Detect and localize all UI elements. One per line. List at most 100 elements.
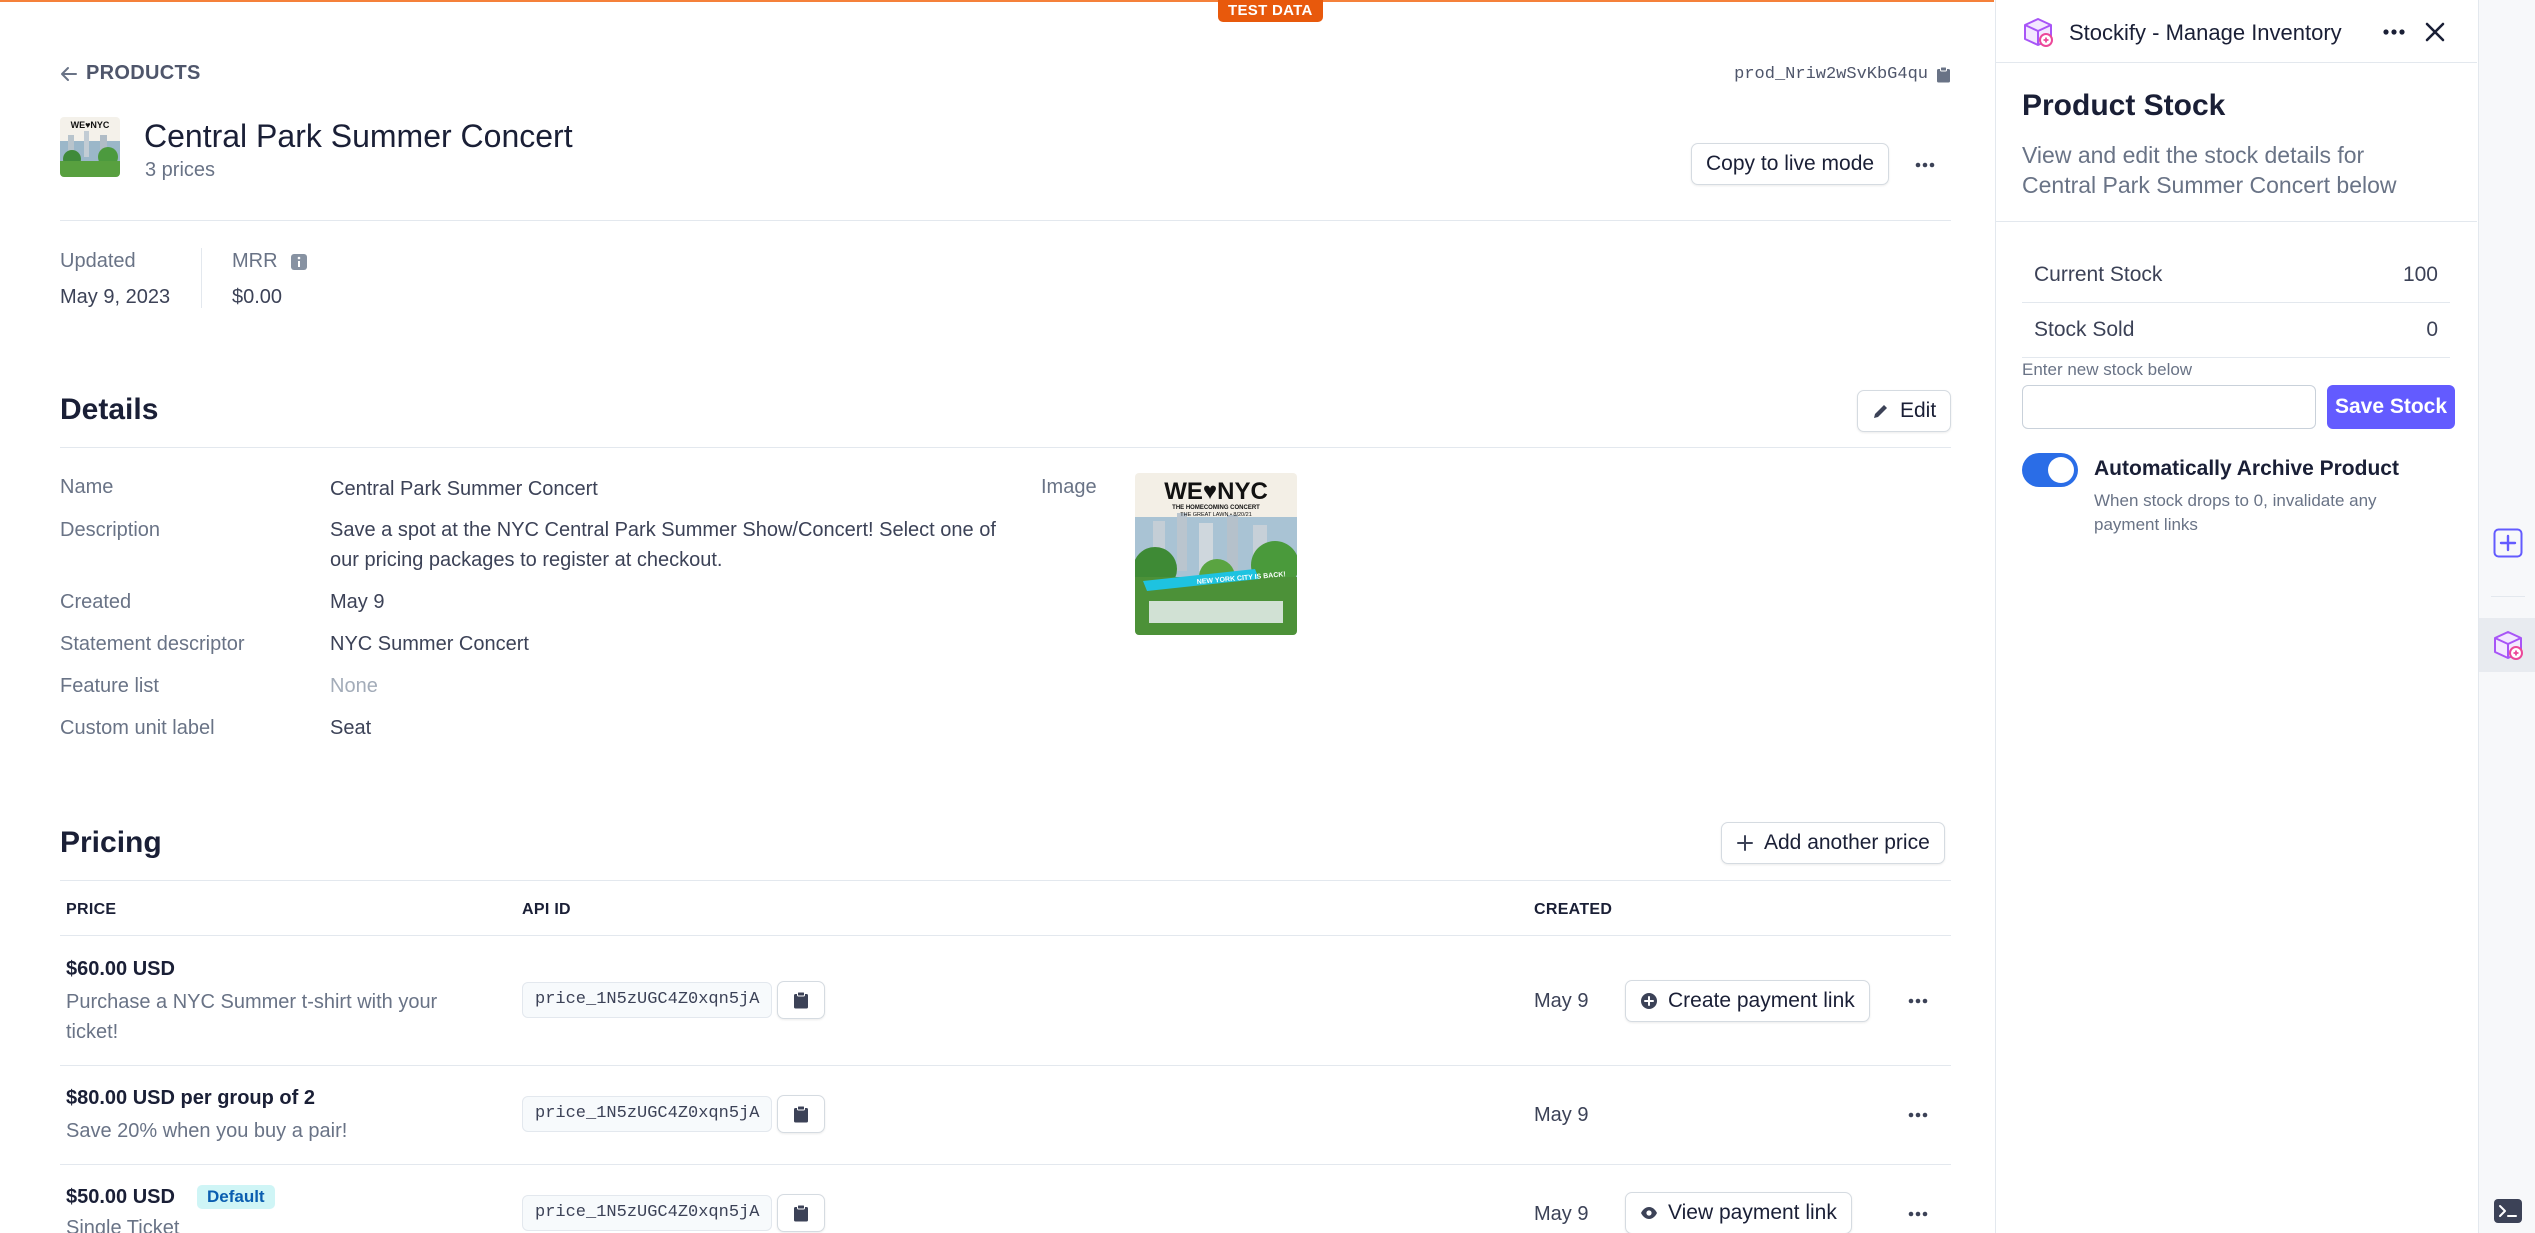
app-drawer-header: Stockify - Manage Inventory (1996, 0, 2477, 63)
view-payment-link-button[interactable]: View payment link (1625, 1192, 1852, 1233)
toggle-knob (2048, 457, 2074, 483)
price-row-2-more-button[interactable] (1905, 1105, 1931, 1125)
view-payment-link-label: View payment link (1668, 1201, 1837, 1224)
rail-app-stockify[interactable] (2479, 618, 2535, 672)
product-page: PRODUCTS prod_Nriw2wSvKbG4qu WE♥NYC Cent… (60, 0, 1952, 1233)
column-header-created: CREATED (1534, 901, 1613, 918)
plus-square-icon (2493, 528, 2523, 558)
poster-line-2: THE GREAT LAWN • 8/20/21 (1180, 512, 1252, 518)
price-row-1-created: May 9 (1534, 990, 1589, 1012)
price-row-2-api-id[interactable]: price_1N5zUGC4Z0xqn5jA (522, 1096, 773, 1132)
price-row-2-amount[interactable]: $80.00 USD per group of 2 (66, 1087, 315, 1110)
stock-sold-row: Stock Sold 0 (2022, 303, 2450, 358)
add-another-price-button[interactable]: Add another price (1721, 822, 1945, 864)
price-row-2-created: May 9 (1534, 1104, 1589, 1126)
details-divider (60, 447, 1951, 448)
mrr-label-group: MRR (232, 250, 308, 273)
pricing-divider (60, 880, 1951, 881)
detail-label-name: Name (60, 476, 114, 498)
plus-icon (1737, 835, 1753, 851)
row-divider (60, 1164, 1951, 1165)
create-payment-link-button[interactable]: Create payment link (1625, 980, 1870, 1022)
updated-value: May 9, 2023 (60, 286, 171, 308)
new-stock-input[interactable] (2022, 385, 2316, 429)
pencil-icon (1874, 405, 1887, 418)
archive-toggle-help: When stock drops to 0, invalidate any pa… (2094, 491, 2377, 534)
price-row-1-desc: Purchase a NYC Summer t-shirt with your … (66, 991, 438, 1043)
updated-label: Updated (60, 250, 136, 272)
detail-value-unit: Seat (330, 717, 372, 739)
price-row-3-created: May 9 (1534, 1203, 1589, 1225)
price-row-1-copy-button[interactable] (777, 981, 825, 1019)
price-row-3-amount-group: $50.00 USD Default (66, 1185, 275, 1209)
price-row-1-more-button[interactable] (1905, 991, 1931, 1011)
price-row-2-copy-button[interactable] (777, 1095, 825, 1133)
add-app-button[interactable] (2493, 528, 2523, 558)
more-horizontal-icon (1908, 998, 1928, 1004)
close-drawer-button[interactable] (2424, 21, 2446, 43)
app-menu-button[interactable] (2381, 23, 2407, 41)
column-header-api-id: API ID (522, 901, 571, 918)
detail-label-description: Description (60, 519, 161, 541)
current-stock-label: Current Stock (2034, 263, 2163, 286)
clipboard-icon (794, 991, 808, 1009)
price-count: 3 prices (145, 159, 216, 181)
save-stock-button[interactable]: Save Stock (2327, 385, 2455, 429)
product-id-text: prod_Nriw2wSvKbG4qu (1734, 65, 1928, 84)
detail-label-image: Image (1041, 476, 1097, 498)
panel-divider (1996, 221, 2477, 222)
detail-label-statement: Statement descriptor (60, 633, 245, 655)
clipboard-icon (794, 1204, 808, 1222)
table-head-divider (60, 935, 1951, 936)
price-row-3-api-id[interactable]: price_1N5zUGC4Z0xqn5jA (522, 1195, 773, 1231)
rail-separator (2491, 596, 2525, 597)
poster-line-1: THE HOMECOMING CONCERT (1172, 505, 1260, 511)
arrow-left-icon (61, 66, 77, 81)
product-id[interactable]: prod_Nriw2wSvKbG4qu (1734, 65, 1951, 84)
detail-label-unit: Custom unit label (60, 717, 215, 739)
terminal-button[interactable] (2493, 1198, 2523, 1224)
product-image[interactable]: NEW YORK CITY IS BACK! WE♥NYC THE HOMECO… (1135, 473, 1297, 635)
new-stock-label: Enter new stock below (2022, 360, 2193, 379)
mrr-value: $0.00 (232, 286, 283, 308)
clipboard-icon (1937, 66, 1950, 83)
edit-label: Edit (1900, 399, 1937, 422)
mrr-label: MRR (232, 250, 278, 272)
detail-label-features: Feature list (60, 675, 159, 697)
info-icon[interactable] (290, 253, 308, 271)
plus-circle-icon (1641, 993, 1657, 1009)
price-row-3-desc: Single Ticket (66, 1217, 180, 1233)
price-row-3-amount[interactable]: $50.00 USD (66, 1186, 175, 1209)
meta-separator (201, 248, 202, 308)
more-actions-button[interactable] (1912, 155, 1938, 175)
edit-details-button[interactable]: Edit (1857, 390, 1952, 432)
breadcrumb-products[interactable]: PRODUCTS (60, 62, 201, 85)
close-icon (2425, 22, 2445, 42)
row-divider (60, 1065, 1951, 1066)
stockify-app-icon (2493, 631, 2523, 660)
app-drawer: Stockify - Manage Inventory Product Stoc… (1995, 0, 2477, 1233)
more-horizontal-icon (1908, 1211, 1928, 1217)
product-thumbnail: WE♥NYC (60, 117, 120, 177)
page-title: Central Park Summer Concert (144, 118, 573, 154)
svg-text:WE♥NYC: WE♥NYC (71, 120, 110, 130)
archive-toggle[interactable] (2022, 453, 2078, 487)
detail-label-created: Created (60, 591, 132, 613)
details-title: Details (60, 393, 159, 426)
more-horizontal-icon (2383, 29, 2405, 35)
price-row-1-api-id[interactable]: price_1N5zUGC4Z0xqn5jA (522, 982, 773, 1018)
app-name: Stockify - Manage Inventory (2069, 20, 2342, 45)
price-row-1-amount[interactable]: $60.00 USD (66, 958, 175, 981)
price-row-3-more-button[interactable] (1905, 1204, 1931, 1224)
price-row-3-copy-button[interactable] (777, 1194, 825, 1232)
stock-sold-label: Stock Sold (2034, 318, 2135, 341)
default-badge: Default (196, 1185, 275, 1209)
detail-value-statement: NYC Summer Concert (330, 633, 529, 655)
detail-value-name: Central Park Summer Concert (330, 478, 598, 500)
poster-headline: WE♥NYC (1164, 478, 1268, 505)
eye-icon (1641, 1207, 1657, 1219)
detail-value-created: May 9 (330, 591, 385, 613)
clipboard-icon (794, 1105, 808, 1123)
copy-to-live-button[interactable]: Copy to live mode (1691, 143, 1890, 185)
add-price-label: Add another price (1764, 831, 1930, 854)
